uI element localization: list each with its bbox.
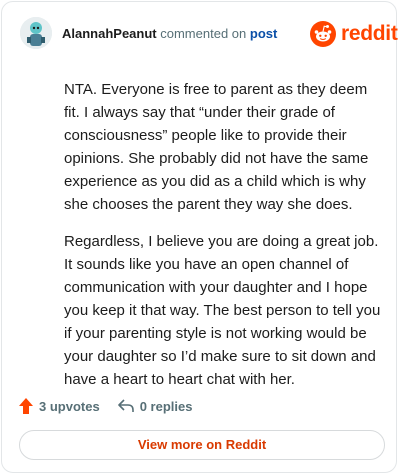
post-link[interactable]: post xyxy=(250,26,277,41)
reddit-brand[interactable]: reddit xyxy=(310,20,398,48)
upvote-count[interactable]: 3 upvotes xyxy=(19,398,100,414)
reply-arrow-icon xyxy=(117,399,134,412)
comment-footer: 3 upvotes 0 replies xyxy=(19,394,192,418)
comment-paragraph: Regardless, I believe you are doing a gr… xyxy=(64,233,381,388)
reddit-logo-icon xyxy=(310,21,336,47)
author-name[interactable]: AlannahPeanut xyxy=(62,26,157,41)
avatar-image xyxy=(20,17,52,49)
comment-body: NTA. Everyone is free to parent as they … xyxy=(64,78,386,405)
avatar[interactable] xyxy=(20,17,52,49)
comment-embed-card: AlannahPeanut commented on post reddit N… xyxy=(1,1,398,473)
view-more-button[interactable]: View more on Reddit xyxy=(19,430,385,460)
comment-header: AlannahPeanut commented on post reddit xyxy=(2,2,398,64)
comment-paragraph: NTA. Everyone is free to parent as they … xyxy=(64,81,369,213)
reply-label: 0 replies xyxy=(139,398,193,414)
brand-wordmark: reddit xyxy=(341,22,398,45)
action-text: commented on xyxy=(160,26,247,41)
upvote-label: 3 upvotes xyxy=(39,398,100,414)
reply-count[interactable]: 0 replies xyxy=(117,398,193,414)
author-line: AlannahPeanut commented on post xyxy=(62,26,277,41)
upvote-arrow-icon xyxy=(19,398,33,414)
